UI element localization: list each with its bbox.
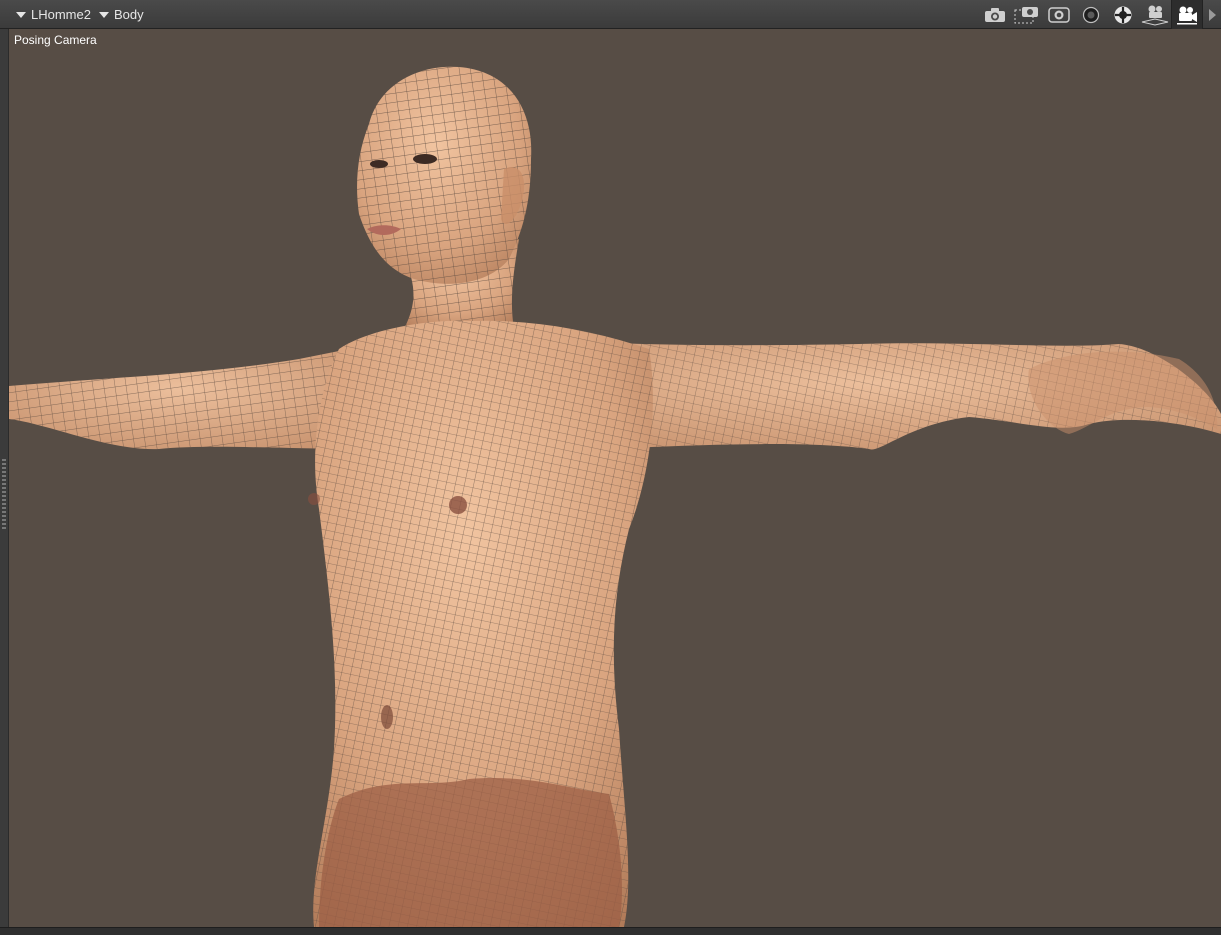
perspective-camera-icon[interactable] [1139,0,1171,29]
viewport-left-handle[interactable] [0,29,9,927]
camera-icon-bar [979,0,1221,29]
camera-icon[interactable] [979,0,1011,29]
node-selector[interactable]: Body [99,0,144,29]
dropdown-arrow-icon [99,11,109,18]
camera-frame-icon[interactable] [1011,0,1043,29]
sphere-dark-icon[interactable] [1075,0,1107,29]
wireframe-figure[interactable] [9,29,1221,927]
expand-arrow-icon[interactable] [1203,0,1221,29]
lens-icon[interactable] [1043,0,1075,29]
figure-selector[interactable]: LHomme2 [16,0,91,29]
figure-selector-label: LHomme2 [31,7,91,22]
viewport-toolbar: LHomme2 Body [0,0,1221,29]
sphere-lit-icon[interactable] [1107,0,1139,29]
posing-camera-icon[interactable] [1171,0,1203,29]
dropdown-arrow-icon [16,11,26,18]
resize-grip-icon[interactable] [2,459,6,529]
3d-viewport[interactable]: Posing Camera [9,29,1221,927]
node-selector-label: Body [114,7,144,22]
viewport-bottom-bar [0,927,1221,935]
